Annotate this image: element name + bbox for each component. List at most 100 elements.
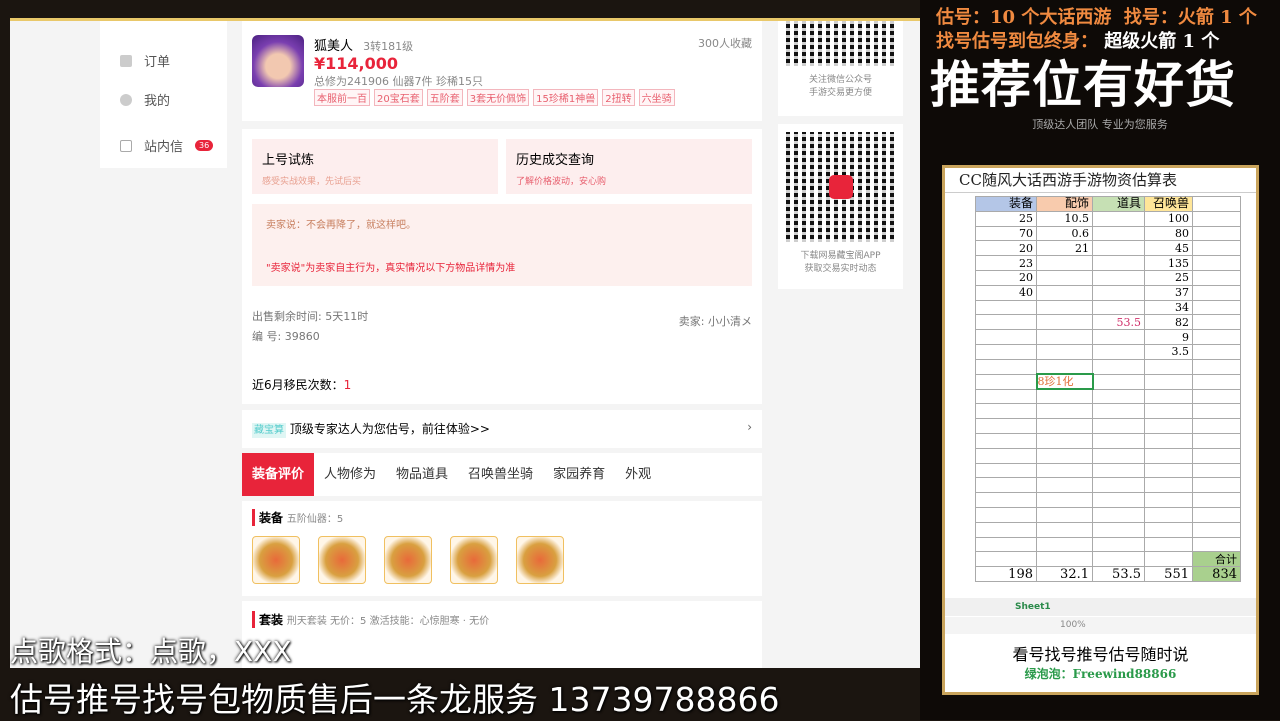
sidebar-item-orders[interactable]: 订单 [100,41,227,80]
cell[interactable] [1092,373,1145,390]
cell[interactable] [1092,358,1145,375]
cell[interactable] [1192,447,1241,464]
trial-button[interactable]: 上号试炼 感受实战效果，先试后买 [252,139,498,194]
cell[interactable] [1092,551,1145,568]
cell[interactable] [1192,314,1241,331]
cell[interactable] [1036,314,1093,331]
cell[interactable] [975,492,1037,508]
cell[interactable] [1092,343,1145,360]
cell[interactable] [1092,329,1145,345]
cell[interactable]: 召唤兽 [1144,196,1193,212]
tab[interactable]: 召唤兽坐骑 [458,453,543,496]
cell[interactable] [1036,432,1093,449]
cell[interactable] [1092,240,1145,257]
cell[interactable] [975,314,1037,331]
cell[interactable] [1192,536,1241,553]
cell[interactable]: 8珍1化 [1035,373,1094,391]
equipment-item[interactable] [384,536,432,584]
cell[interactable] [1192,418,1241,434]
cell[interactable] [1192,506,1241,523]
cell[interactable] [1192,225,1241,242]
cell[interactable] [1192,196,1241,212]
cell[interactable] [975,521,1037,538]
cell[interactable] [1036,269,1093,286]
cell[interactable]: 80 [1144,225,1193,242]
cell[interactable]: 32.1 [1036,566,1093,582]
cell[interactable]: 53.5 [1092,314,1145,331]
cell[interactable] [1192,358,1241,375]
cell[interactable]: 551 [1144,566,1193,582]
cell[interactable] [1192,329,1241,345]
cell[interactable] [1192,284,1241,301]
cell[interactable] [975,418,1037,434]
cell[interactable] [1036,388,1093,405]
cell[interactable] [975,536,1037,553]
cell[interactable]: 198 [975,566,1037,582]
cell[interactable] [975,506,1037,523]
cell[interactable] [975,343,1037,360]
cell[interactable]: 23 [975,255,1037,271]
cell[interactable] [1192,432,1241,449]
cell[interactable] [975,462,1037,479]
cell[interactable] [1036,477,1093,494]
cell[interactable] [1144,477,1193,494]
cell[interactable] [1092,536,1145,553]
cell[interactable] [1144,506,1193,523]
cell[interactable]: 25 [975,210,1037,227]
cell[interactable] [1192,269,1241,286]
cell[interactable] [975,447,1037,464]
cell[interactable] [1144,358,1193,375]
cell[interactable]: 装备 [975,196,1037,212]
tab[interactable]: 装备评价 [242,453,315,496]
cell[interactable] [1092,388,1145,405]
cell[interactable] [1192,477,1241,494]
cell[interactable] [1092,284,1145,301]
cell[interactable] [1036,343,1093,360]
zoom-level[interactable]: 100% [1060,620,1086,630]
cell[interactable]: 37 [1144,284,1193,301]
cell[interactable] [1036,284,1093,301]
cell[interactable] [1144,551,1193,568]
cell[interactable] [1092,403,1145,420]
cell[interactable] [1036,506,1093,523]
cell[interactable]: 45 [1144,240,1193,257]
cell[interactable] [1092,477,1145,494]
sidebar-item-mine[interactable]: 我的 [100,80,227,119]
cell[interactable]: 道具 [1092,196,1145,212]
cell[interactable] [1144,462,1193,479]
cell[interactable] [1192,210,1241,227]
cell[interactable]: 100 [1144,210,1193,227]
cell[interactable] [1192,373,1241,390]
cell[interactable] [975,477,1037,494]
cell[interactable] [975,358,1037,375]
cell[interactable] [1092,225,1145,242]
cell[interactable]: 82 [1144,314,1193,331]
cell[interactable] [1144,388,1193,405]
cell[interactable]: 3.5 [1144,343,1193,360]
cell[interactable]: 70 [975,225,1037,242]
tab[interactable]: 外观 [615,453,661,496]
cell[interactable] [1092,492,1145,508]
cell[interactable]: 53.5 [1092,566,1145,582]
cell[interactable] [1036,329,1093,345]
cell[interactable] [1036,492,1093,508]
tab[interactable]: 人物修为 [314,453,386,496]
sidebar-inbox[interactable]: 站内信 36 [100,126,227,168]
cell[interactable] [1092,521,1145,538]
cell[interactable] [1144,492,1193,508]
cell[interactable]: 834 [1192,566,1241,582]
cell[interactable] [1092,447,1145,464]
cell[interactable]: 25 [1144,269,1193,286]
cell[interactable]: 21 [1036,240,1093,257]
cell[interactable] [1144,373,1193,390]
equipment-item[interactable] [318,536,366,584]
cell[interactable] [1092,418,1145,434]
cell[interactable] [975,388,1037,405]
cell[interactable] [1192,343,1241,360]
cell[interactable] [1036,255,1093,271]
tab[interactable]: 家园养育 [543,453,615,496]
cell[interactable] [1036,403,1093,420]
equipment-item[interactable] [450,536,498,584]
cell[interactable]: 10.5 [1036,210,1093,227]
cell[interactable] [1092,255,1145,271]
